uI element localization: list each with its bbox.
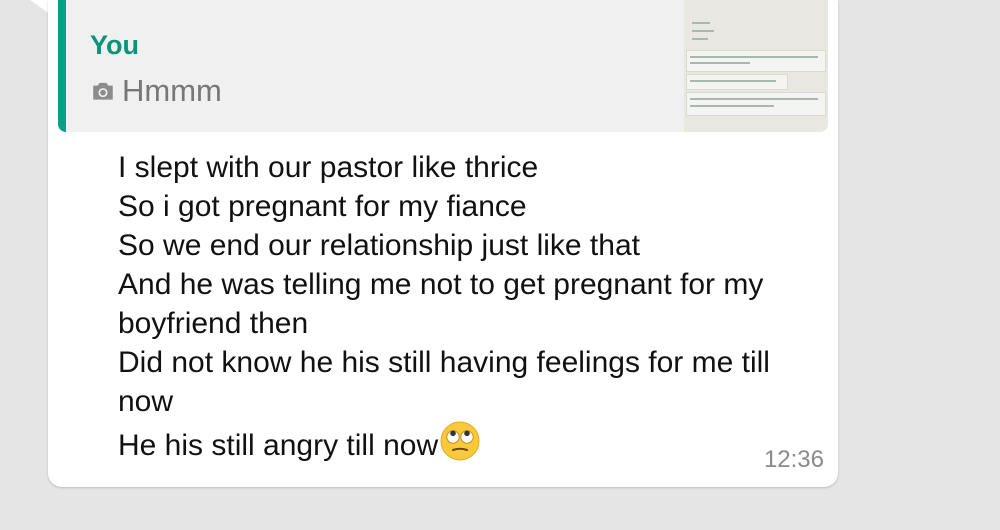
- bubble-tail: [30, 0, 50, 14]
- quoted-content: Hmmm: [90, 73, 222, 109]
- face-with-rolling-eyes-icon: [440, 421, 480, 461]
- message-timestamp: 12:36: [763, 446, 824, 473]
- message-line: Did not know he his still having feeling…: [118, 346, 770, 379]
- camera-icon: [93, 82, 113, 100]
- message-line: So we end our relationship just like tha…: [118, 229, 640, 262]
- message-line: And he was telling me not to get pregnan…: [118, 268, 764, 301]
- message-line: I slept with our pastor like thrice: [118, 151, 539, 184]
- quote-accent-bar: [58, 0, 66, 132]
- quoted-image-thumbnail[interactable]: [684, 0, 828, 132]
- message-last-line: He his still angry till now: [118, 429, 439, 462]
- message-line: now: [118, 385, 174, 418]
- quoted-author: You: [90, 30, 139, 60]
- message-bubble[interactable]: You Hmmm I slept with our pastor like th…: [48, 0, 838, 487]
- quoted-text: Hmmm: [122, 73, 222, 108]
- message-line: boyfriend then: [118, 307, 309, 340]
- quoted-message[interactable]: You Hmmm: [58, 0, 828, 132]
- message-text: I slept with our pastor like thrice So i…: [118, 148, 858, 465]
- message-line: So i got pregnant for my fiance: [118, 190, 527, 223]
